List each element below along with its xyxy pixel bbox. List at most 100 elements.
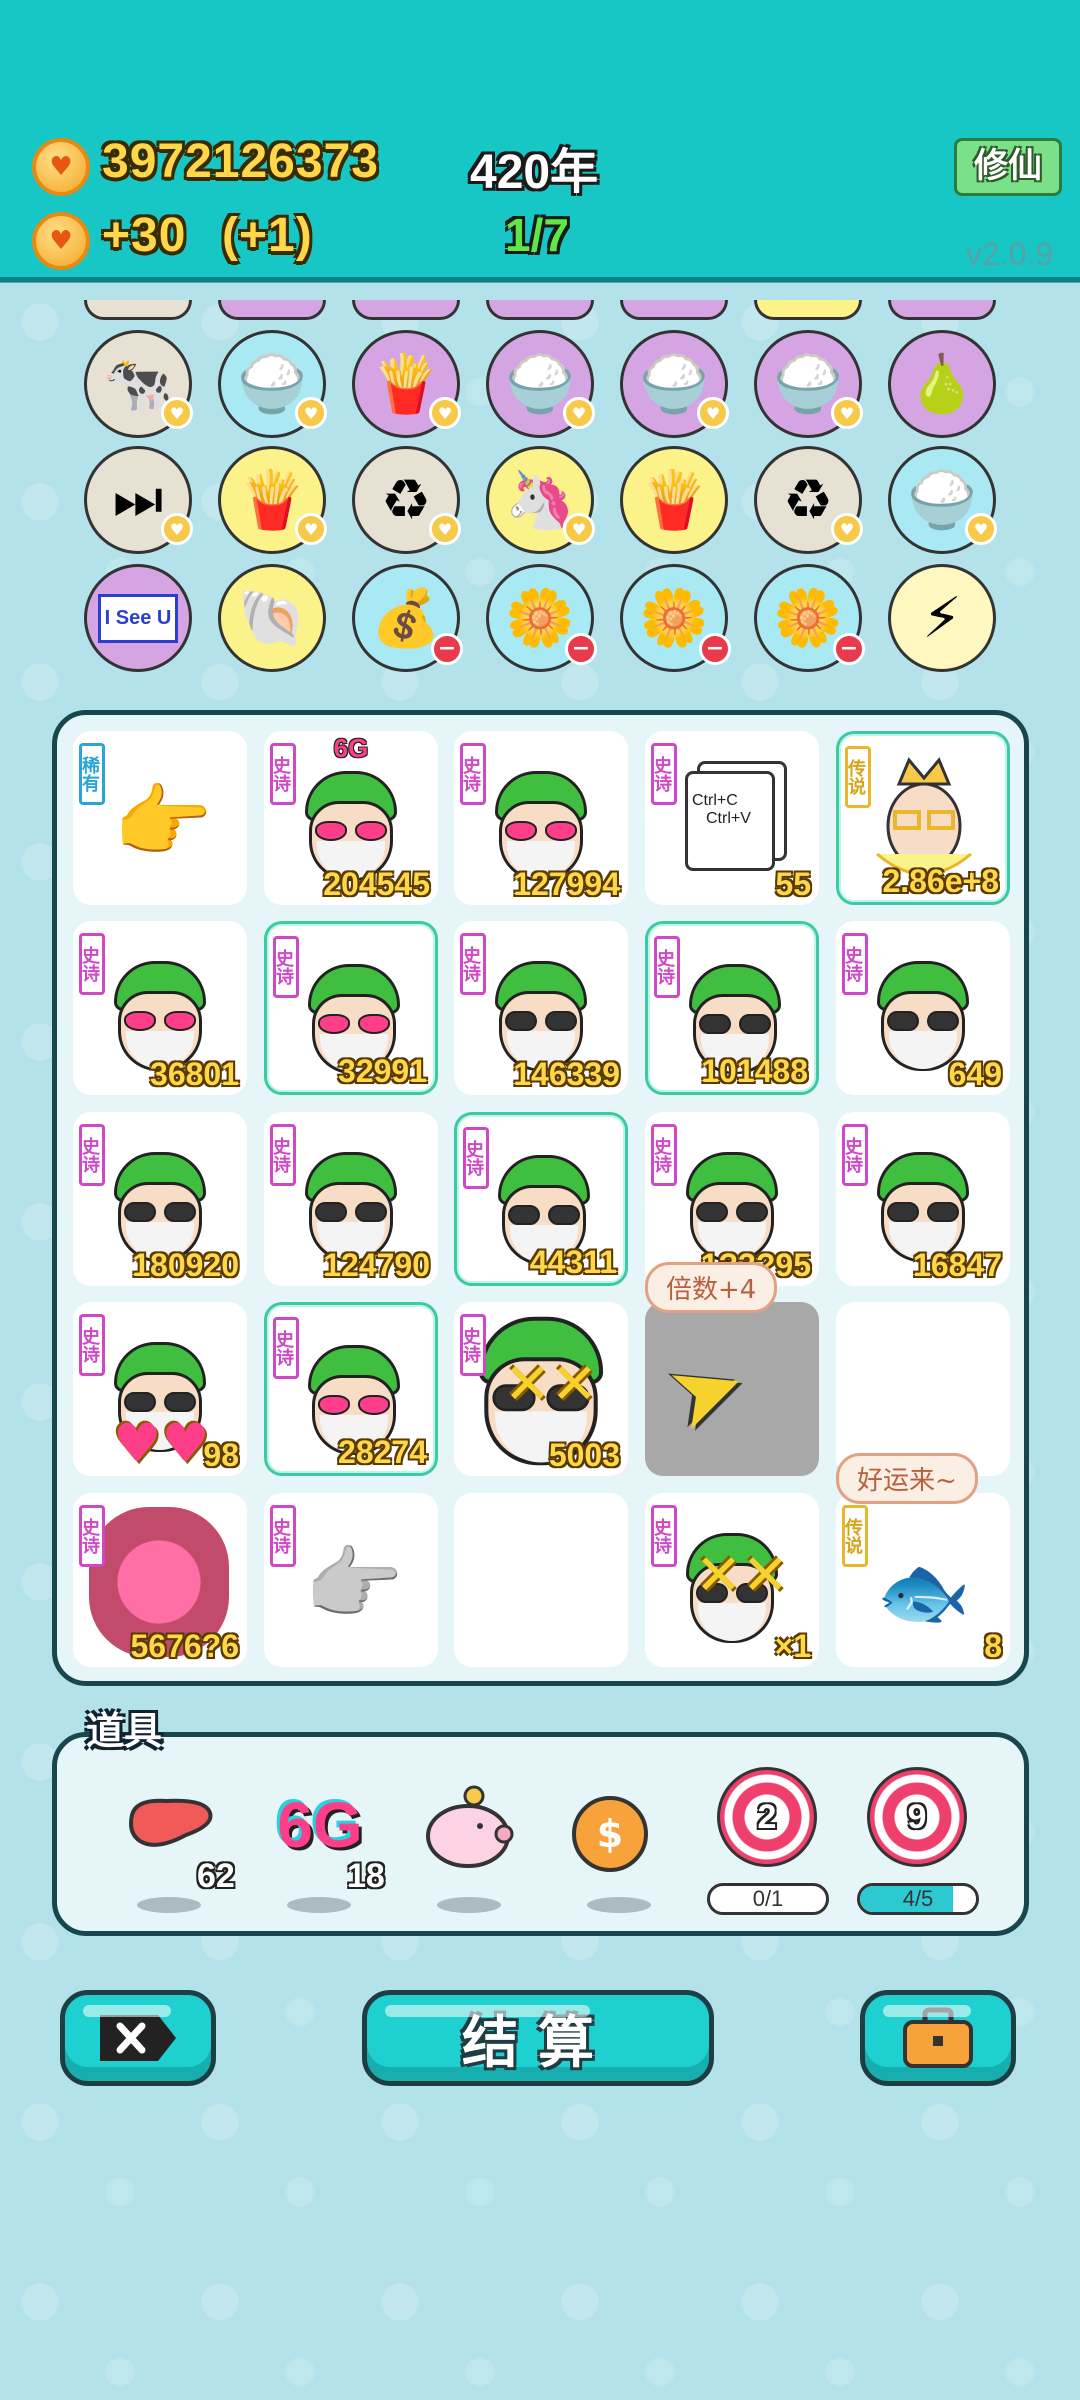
shell-icon[interactable]: 🐚 bbox=[218, 564, 326, 672]
rice-bowl-icon[interactable]: 🍚 ♥ bbox=[218, 330, 327, 438]
board-cell[interactable]: 史诗 44311 bbox=[454, 1112, 628, 1286]
face-icon bbox=[491, 961, 591, 1071]
heart-badge-icon: ♥ bbox=[831, 513, 863, 545]
board-cell[interactable]: 👉 稀有 bbox=[73, 731, 247, 905]
glasses-lens bbox=[736, 1202, 768, 1222]
round-counter: 1/7 bbox=[505, 209, 569, 261]
glasses-lens bbox=[548, 1205, 580, 1225]
fries-icon[interactable]: 🍟 bbox=[620, 446, 728, 554]
cell-value: 8 bbox=[984, 1628, 1002, 1664]
backpack-button[interactable] bbox=[860, 1990, 1016, 2086]
board-cell[interactable]: 史诗 36801 bbox=[73, 921, 247, 1095]
rarity-tag: 史诗 bbox=[460, 743, 486, 805]
rarity-tag: 史诗 bbox=[651, 1124, 677, 1186]
heart-badge-icon: ♥ bbox=[295, 397, 327, 429]
relic-glyph: I See U bbox=[97, 593, 179, 643]
board-cell[interactable]: Ctrl+C Ctrl+V 史诗 55 bbox=[645, 731, 819, 905]
board-cell[interactable]: 史诗 649 bbox=[836, 921, 1010, 1095]
cell-value: 127994 bbox=[513, 866, 620, 902]
rice-bowl-icon[interactable]: 🍚 ♥ bbox=[486, 330, 595, 438]
target-icon[interactable]: 9 bbox=[867, 1767, 967, 1867]
board-cell[interactable]: 史诗 101488 bbox=[645, 921, 819, 1095]
board-cell[interactable]: 史诗 16847 bbox=[836, 1112, 1010, 1286]
cell-value: 649 bbox=[948, 1056, 1002, 1092]
liver-icon[interactable] bbox=[121, 1787, 221, 1867]
xiuxian-button[interactable]: 修仙 bbox=[954, 138, 1062, 196]
target-progress-bar: 4/5 bbox=[857, 1883, 979, 1915]
board-cell[interactable]: 史诗 127994 bbox=[454, 731, 628, 905]
settle-button[interactable]: 结算 bbox=[362, 1990, 714, 2086]
rarity-tag: 史诗 bbox=[842, 1124, 868, 1186]
flower-pot-icon[interactable]: 🌼 − bbox=[620, 564, 731, 672]
heart-badge-icon: ♥ bbox=[295, 513, 327, 545]
rarity-tag: 史诗 bbox=[651, 1505, 677, 1567]
board-cell[interactable]: 史诗1?3?95 bbox=[645, 1112, 819, 1286]
discard-button[interactable] bbox=[60, 1990, 216, 2086]
target-icon[interactable]: 2 bbox=[717, 1767, 817, 1867]
cows-icon[interactable]: 🐄 ♥ bbox=[84, 330, 193, 438]
board-cell[interactable]: ♥♥ 史诗 98 bbox=[73, 1302, 247, 1476]
fries-icon[interactable]: 🍟 ♥ bbox=[352, 330, 461, 438]
board-cell[interactable]: 史诗 146339 bbox=[454, 921, 628, 1095]
recycle-icon[interactable]: ♻ ♥ bbox=[352, 446, 461, 554]
6g-icon[interactable]: 6G bbox=[265, 1785, 375, 1865]
rice-bowl-icon[interactable]: 🍚 ♥ bbox=[888, 446, 997, 554]
skip-icon[interactable]: ⏭ ♥ bbox=[84, 446, 193, 554]
board-cell[interactable] bbox=[836, 1302, 1010, 1476]
piggy-bank-icon[interactable] bbox=[413, 1781, 523, 1877]
board-cell[interactable]: 史诗 124790 bbox=[264, 1112, 438, 1286]
item-shadow bbox=[437, 1897, 501, 1913]
heart-badge-icon: ♥ bbox=[429, 513, 461, 545]
face-icon bbox=[110, 961, 210, 1071]
glasses-lens bbox=[505, 821, 537, 841]
rarity-tag: 史诗 bbox=[460, 933, 486, 995]
board-cell[interactable]: 史诗 32991 bbox=[264, 921, 438, 1095]
fries-icon[interactable]: 🍟 ♥ bbox=[218, 446, 327, 554]
board-cell[interactable]: 🐟 传说 8 bbox=[836, 1493, 1010, 1667]
cell-value: 36801 bbox=[150, 1056, 239, 1092]
lightning-icon[interactable]: ⚡ bbox=[888, 564, 996, 672]
face-icon bbox=[491, 771, 591, 881]
board-cell[interactable]: ✕✕ 史诗 ×1 bbox=[645, 1493, 819, 1667]
glasses bbox=[887, 1011, 959, 1031]
i-see-u-icon[interactable]: I See U bbox=[84, 564, 192, 672]
glasses-lens bbox=[355, 1202, 387, 1222]
version-label: v2.0.9 bbox=[966, 236, 1054, 272]
glasses-lens bbox=[315, 1202, 347, 1222]
glasses-lens bbox=[927, 1011, 959, 1031]
board-cell[interactable]: 👉 史诗 bbox=[264, 1493, 438, 1667]
board-cell[interactable]: ✕✕史诗5676?6 bbox=[73, 1493, 247, 1667]
board-cell[interactable]: 史诗 6G 204545 bbox=[264, 731, 438, 905]
cell-value: 101488 bbox=[701, 1053, 808, 1089]
rarity-tag: 史诗 bbox=[654, 936, 680, 998]
bag-icon[interactable]: 💰 − bbox=[352, 564, 463, 672]
relic-slot-partial bbox=[352, 300, 460, 320]
relic-glyph: 💰 bbox=[371, 586, 441, 651]
board-cell[interactable]: ➤ bbox=[645, 1302, 819, 1476]
cell-value: 180920 bbox=[132, 1247, 239, 1283]
board-cell[interactable]: 史诗 28274 bbox=[264, 1302, 438, 1476]
glasses-lens bbox=[164, 1011, 196, 1031]
liver-count: 62 bbox=[197, 1857, 235, 1895]
board-cell[interactable]: 史诗 180920 bbox=[73, 1112, 247, 1286]
face-icon bbox=[873, 961, 973, 1071]
cell-top-label: 6G bbox=[333, 733, 369, 763]
coin-icon[interactable]: $ bbox=[565, 1789, 655, 1879]
board-cell[interactable] bbox=[454, 1493, 628, 1667]
speech-bubble: 好运来~ bbox=[836, 1453, 978, 1504]
rice-bowl-icon[interactable]: 🍚 ♥ bbox=[754, 330, 863, 438]
glasses-lens bbox=[887, 1011, 919, 1031]
rice-bowl-icon[interactable]: 🍚 ♥ bbox=[620, 330, 729, 438]
flower-pot-icon[interactable]: 🌼 − bbox=[486, 564, 597, 672]
target-progress-text: 0/1 bbox=[752, 1886, 784, 1911]
unicorn-icon[interactable]: 🦄 ♥ bbox=[486, 446, 595, 554]
cell-value: 44311 bbox=[529, 1244, 617, 1280]
glasses bbox=[318, 1014, 390, 1034]
board-cell[interactable]: 传说 2.86e+8 bbox=[836, 731, 1010, 905]
board-cell[interactable]: ✕✕ 史诗 5003 bbox=[454, 1302, 628, 1476]
recycle-icon[interactable]: ♻ ♥ bbox=[754, 446, 863, 554]
pear-icon[interactable]: 🍐 bbox=[888, 330, 996, 438]
rarity-tag: 史诗 bbox=[79, 1314, 105, 1376]
relic-glyph: 🌼 bbox=[505, 586, 575, 651]
flower-pot-icon[interactable]: 🌼 − bbox=[754, 564, 865, 672]
